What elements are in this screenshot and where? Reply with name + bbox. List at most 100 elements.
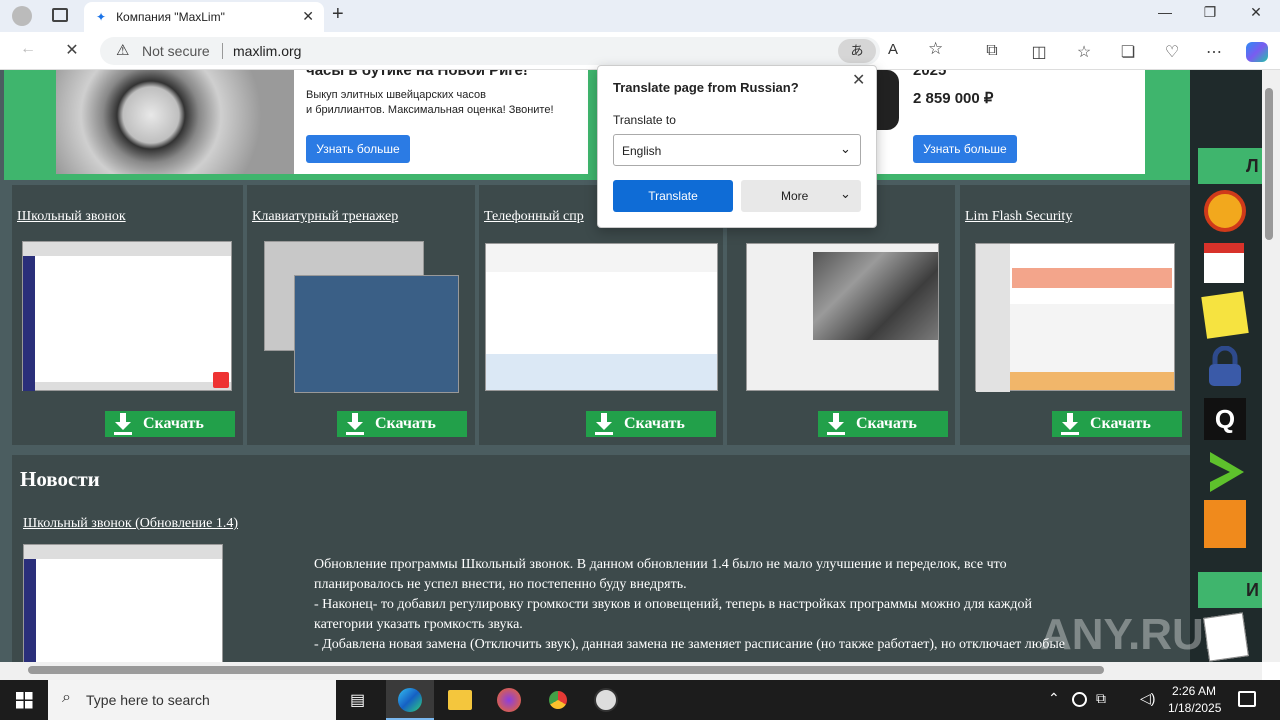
screenshot-highlight-row [1012,268,1172,288]
horizontal-scrollbar[interactable] [0,662,1262,680]
tab-bar: ✦ Компания "MaxLim" ✕ + — ❐ ✕ [0,0,1280,32]
chrome-icon[interactable] [546,688,570,712]
performance-icon[interactable]: ♡ [1158,42,1186,62]
stop-loading-icon[interactable]: ✕ [58,40,86,60]
chevron-down-icon: ⌄ [840,141,851,156]
program-screenshot-front [294,275,459,393]
alarm-clock-icon[interactable] [1204,190,1246,232]
taskbar-search[interactable]: ⌕ Type here to search [48,680,336,720]
split-screen-icon[interactable]: ◫ [1025,42,1053,62]
side-tab-bottom[interactable]: И [1198,572,1262,608]
ad-left-text-2: и бриллиантов. Максимальная оценка! Звон… [306,104,554,116]
read-aloud-icon[interactable]: A [888,41,898,58]
program-card-school-bell: Школьный звонок Скачать [12,185,243,445]
network-icon[interactable]: ⧉ [1096,690,1106,707]
side-tab-top[interactable]: Л [1198,148,1262,184]
watch-image [56,70,294,174]
ad-right-year: 2025 [913,70,947,79]
download-button[interactable]: Скачать [1052,411,1182,437]
calendar-icon[interactable] [1204,243,1244,283]
minimize-icon[interactable]: — [1145,4,1185,20]
news-line: Обновление программы Школьный звонок. В … [314,557,1007,572]
program-link[interactable]: Lim Flash Security [965,209,1072,225]
car-image [877,70,899,130]
profile-icon[interactable] [12,6,32,26]
windows-start-icon[interactable] [16,692,33,709]
program-screenshot[interactable] [746,243,939,391]
q-app-icon[interactable]: Q [1204,398,1246,440]
maximize-icon[interactable]: ❐ [1190,4,1230,21]
scroll-thumb[interactable] [28,666,1104,674]
program-link[interactable]: Клавиатурный тренажер [252,209,398,225]
close-tab-icon[interactable]: ✕ [302,8,314,25]
sticky-notes-icon[interactable] [1201,291,1249,339]
clock-app-icon[interactable] [594,688,618,712]
tray-clock-icon[interactable] [1072,692,1087,707]
vertical-scrollbar[interactable] [1262,70,1280,662]
language-select[interactable]: English ⌄ [613,134,861,166]
lock-icon[interactable] [1204,345,1246,388]
omnibox[interactable]: ⚠ Not secure maxlim.org あ A ☆ [100,37,943,65]
play-app-icon[interactable] [1204,448,1246,496]
show-hidden-icons[interactable]: ⌃ [1048,690,1060,707]
translate-button[interactable]: Translate [613,180,733,212]
program-link[interactable]: Школьный звонок [17,209,126,225]
back-icon[interactable]: ← [14,40,42,58]
not-secure-label[interactable]: Not secure [142,43,210,59]
firefox-icon[interactable] [497,688,521,712]
download-button[interactable]: Скачать [337,411,467,437]
collections-icon[interactable]: ❏ [1114,42,1142,62]
download-button[interactable]: Скачать [586,411,716,437]
tab-actions-icon[interactable] [52,8,68,22]
scroll-thumb[interactable] [1265,88,1273,240]
program-link[interactable]: Телефонный спр [484,209,584,225]
program-screenshot[interactable] [485,243,718,391]
ad-left-button[interactable]: Узнать больше [306,135,410,163]
favorites-icon[interactable]: ☆ [1070,42,1098,62]
screenshot-sidebar [23,256,35,391]
copilot-icon[interactable] [1246,42,1268,62]
watermark: ANY.RUN [1040,610,1236,659]
screenshot-sidebar [24,559,36,662]
ad-right-button[interactable]: Узнать больше [913,135,1017,163]
news-item-screenshot[interactable] [23,544,223,662]
download-button[interactable]: Скачать [105,411,235,437]
menu-icon[interactable]: ⋯ [1200,42,1228,62]
more-button[interactable]: More ⌄ [741,180,861,212]
download-arrow-icon [826,413,846,435]
notifications-icon[interactable] [1238,691,1256,707]
tray-time[interactable]: 2:26 AM [1172,684,1216,698]
edge-taskbar-icon[interactable] [386,680,434,720]
translate-to-label: Translate to [613,113,676,127]
ad-left[interactable]: часы в бутике на Новой Риге! Выкуп элитн… [56,70,588,174]
document-app-icon[interactable] [1204,500,1246,548]
download-arrow-icon [345,413,365,435]
extensions-icon[interactable]: ⧉ [978,42,1006,60]
download-button[interactable]: Скачать [818,411,948,437]
program-card-keyboard-trainer: Клавиатурный тренажер Скачать [247,185,475,445]
program-card-lim-flash-security: Lim Flash Security Скачать [960,185,1190,445]
ad-right[interactable]: 2025 2 859 000 ₽ Узнать больше [877,70,1145,174]
favorite-star-icon[interactable]: ☆ [928,39,943,59]
translate-popup: Translate page from Russian? ✕ Translate… [597,65,877,228]
screenshot-photo [813,252,938,340]
program-screenshot[interactable] [975,243,1175,392]
warning-icon[interactable]: ⚠ [116,41,129,59]
close-window-icon[interactable]: ✕ [1236,4,1276,21]
translate-icon[interactable]: あ [838,39,876,63]
speaker-icon[interactable]: ◁) [1140,690,1155,707]
download-label: Скачать [1090,415,1151,432]
screenshot-usb-list [976,244,1010,392]
tray-date[interactable]: 1/18/2025 [1168,701,1221,715]
browser-tab[interactable]: ✦ Компания "MaxLim" ✕ [84,2,324,32]
news-item-link[interactable]: Школьный звонок (Обновление 1.4) [23,516,238,532]
file-explorer-icon[interactable] [448,690,472,710]
tab-title: Компания "MaxLim" [116,10,225,24]
url-text[interactable]: maxlim.org [233,43,301,59]
language-value: English [622,144,662,158]
new-tab-button[interactable]: + [332,3,344,26]
popup-close-icon[interactable]: ✕ [852,70,865,90]
task-view-icon[interactable]: ▤ [350,690,365,710]
news-heading: Новости [20,467,100,491]
program-screenshot[interactable] [22,241,232,391]
